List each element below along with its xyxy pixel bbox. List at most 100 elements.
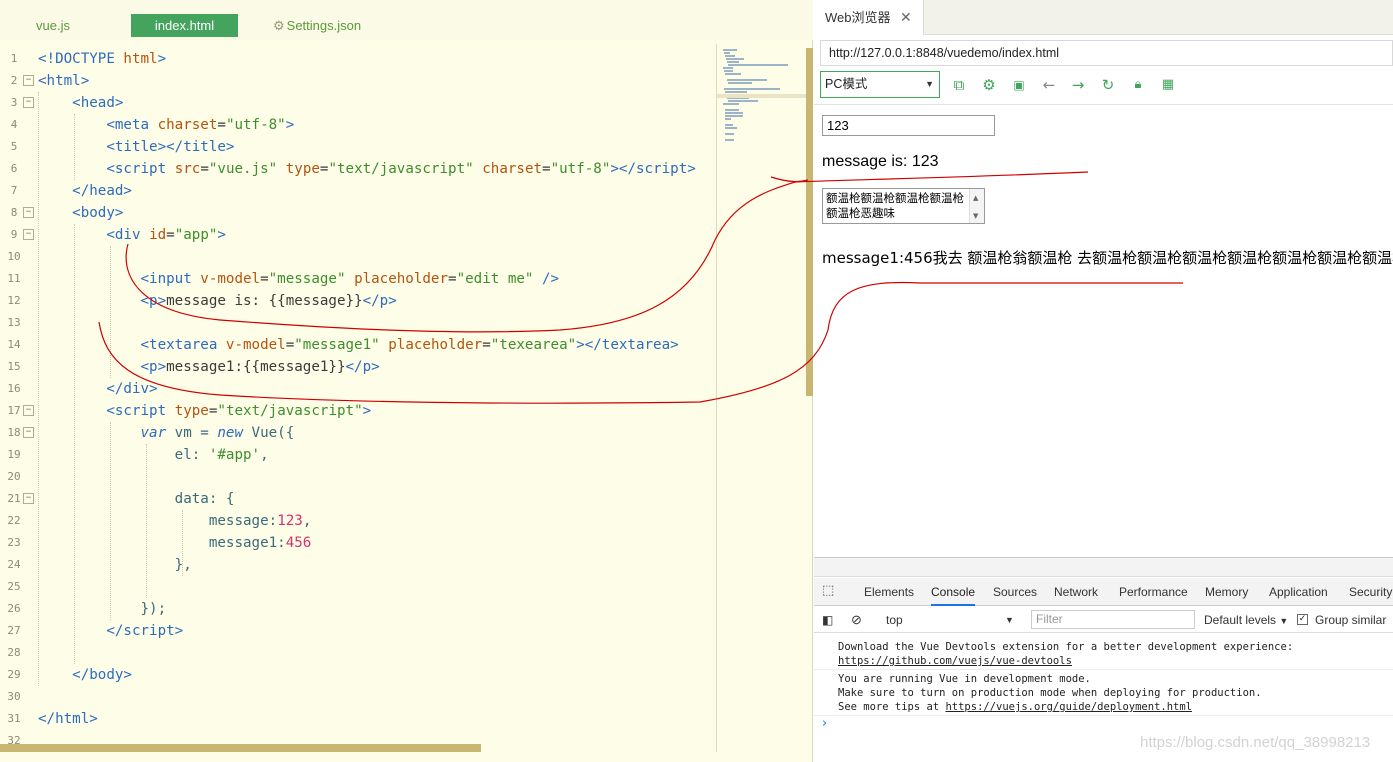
qr-code-icon[interactable]: ▦ <box>1157 74 1179 96</box>
line-number: 30 <box>7 690 21 703</box>
code-line[interactable]: var vm = new Vue({ <box>38 422 295 444</box>
message1-textarea[interactable]: 额温枪额温枪额温枪额温枪额温枪恶趣味 ▲ ▼ <box>822 188 985 224</box>
code-line[interactable]: <textarea v-model="message1" placeholder… <box>38 334 679 356</box>
horizontal-scrollbar[interactable] <box>0 744 481 752</box>
code-line[interactable]: </script> <box>38 620 183 642</box>
code-line[interactable]: </html> <box>38 708 98 730</box>
code-line[interactable]: <body> <box>38 202 123 224</box>
editor-tab-vue-js[interactable]: vue.js <box>36 14 70 37</box>
editor-tab-bar: vue.js index.html ⚙ Settings.json <box>0 0 813 40</box>
open-external-icon[interactable]: ⧉ <box>948 74 970 96</box>
settings-gear-icon[interactable]: ⚙ <box>978 74 1000 96</box>
sidebar-toggle-icon[interactable]: ◧ <box>822 611 833 629</box>
line-number: 22 <box>7 514 21 527</box>
console-toolbar: ◧ ⊘ top ▼ Filter Default levels ▼ ✓ Grou… <box>814 607 1393 633</box>
code-line[interactable]: </div> <box>38 378 157 400</box>
editor-tab-label: Settings.json <box>286 18 362 33</box>
vertical-scrollbar[interactable] <box>806 48 813 396</box>
console-text: You are running Vue in development mode. <box>838 673 1091 685</box>
code-line[interactable]: <html> <box>38 70 89 92</box>
fold-toggle-icon[interactable]: − <box>23 405 34 416</box>
line-number: 10 <box>7 250 21 263</box>
clear-console-icon[interactable]: ⊘ <box>851 611 862 629</box>
code-line[interactable]: el: '#app', <box>38 444 269 466</box>
lock-icon[interactable]: 🔒︎ <box>1127 74 1149 96</box>
code-editor[interactable]: vue.js index.html ⚙ Settings.json 1 2 3 4… <box>0 0 813 762</box>
editor-tab-settings-json[interactable]: ⚙ Settings.json <box>273 14 361 37</box>
devtools-tab-application[interactable]: Application <box>1269 578 1328 606</box>
minimap-viewport[interactable] <box>717 94 806 98</box>
line-number: 6 <box>10 162 18 175</box>
devtools-resize-handle[interactable] <box>814 558 1393 577</box>
devtools-tab-sources[interactable]: Sources <box>993 578 1037 606</box>
context-selector[interactable]: top <box>886 611 903 629</box>
code-line[interactable]: <input v-model="message" placeholder="ed… <box>38 268 560 290</box>
forward-arrow-icon[interactable]: → <box>1067 74 1089 96</box>
line-number: 31 <box>7 712 21 725</box>
line-number: 15 <box>7 360 21 373</box>
minimap-line <box>724 70 733 72</box>
browser-tab[interactable]: Web浏览器 ✕ <box>814 0 924 35</box>
console-link[interactable]: https://vuejs.org/guide/deployment.html <box>945 701 1192 713</box>
refresh-icon[interactable]: ↻ <box>1097 74 1119 96</box>
fold-toggle-icon[interactable]: − <box>23 493 34 504</box>
device-mode-select[interactable]: PC模式 ▼ <box>820 71 940 98</box>
console-prompt-icon[interactable]: › <box>822 716 827 731</box>
code-minimap[interactable] <box>716 44 806 752</box>
scroll-up-icon[interactable]: ▲ <box>973 191 978 206</box>
fold-toggle-icon[interactable]: − <box>23 97 34 108</box>
code-line[interactable]: <title></title> <box>38 136 234 158</box>
editor-tab-index-html[interactable]: index.html <box>131 14 238 37</box>
fold-toggle-icon[interactable]: − <box>23 427 34 438</box>
code-area[interactable]: 1 2 3 4 5 6 7 8 9 10 11 12 13 14 15 16 1… <box>0 48 716 744</box>
code-line[interactable]: </head> <box>38 180 132 202</box>
code-line[interactable]: <script src="vue.js" type="text/javascri… <box>38 158 695 180</box>
devtools-tab-bar: ⬚ Elements Console Sources Network Perfo… <box>814 578 1393 606</box>
chevron-down-icon: ▼ <box>925 79 934 89</box>
line-number: 7 <box>10 184 18 197</box>
code-line[interactable]: <div id="app"> <box>38 224 226 246</box>
web-browser-panel: Web浏览器 ✕ http://127.0.0.1:8848/vuedemo/i… <box>814 0 1393 762</box>
code-line[interactable]: <p>message is: {{message}}</p> <box>38 290 397 312</box>
message-input[interactable]: 123 <box>822 115 995 136</box>
minimap-line <box>725 133 734 135</box>
fold-toggle-icon[interactable]: − <box>23 229 34 240</box>
devtools-tab-security[interactable]: Security <box>1349 578 1392 606</box>
code-line[interactable]: <p>message1:{{message1}}</p> <box>38 356 380 378</box>
devtools-tab-console[interactable]: Console <box>931 578 976 606</box>
console-message: Download the Vue Devtools extension for … <box>838 640 1293 668</box>
close-icon[interactable]: ✕ <box>900 0 912 35</box>
console-icon[interactable]: ▣ <box>1008 74 1030 96</box>
textarea-scrollbar[interactable]: ▲ ▼ <box>969 189 984 223</box>
code-line[interactable]: <!DOCTYPE html> <box>38 48 166 70</box>
inspect-element-icon[interactable]: ⬚ <box>822 583 838 599</box>
url-bar[interactable]: http://127.0.0.1:8848/vuedemo/index.html <box>820 40 1393 66</box>
editor-tab-label: index.html <box>154 18 215 33</box>
textarea-content: 额温枪额温枪额温枪额温枪额温枪恶趣味 <box>826 191 964 220</box>
code-line[interactable]: }, <box>38 554 192 576</box>
fold-toggle-icon[interactable]: − <box>23 75 34 86</box>
fold-toggle-icon[interactable]: − <box>23 207 34 218</box>
code-line[interactable]: }); <box>38 598 167 620</box>
code-line[interactable]: <meta charset="utf-8"> <box>38 114 294 136</box>
devtools-tab-elements[interactable]: Elements <box>864 578 914 606</box>
log-levels-select[interactable]: Default levels ▼ <box>1204 611 1288 630</box>
console-filter-input[interactable]: Filter <box>1031 610 1195 629</box>
code-line[interactable]: data: { <box>38 488 235 510</box>
code-line[interactable]: </body> <box>38 664 132 686</box>
scroll-down-icon[interactable]: ▼ <box>973 209 978 223</box>
devtools-tab-network[interactable]: Network <box>1054 578 1098 606</box>
code-line[interactable]: <script type="text/javascript"> <box>38 400 371 422</box>
code-line[interactable]: message1:456 <box>38 532 312 554</box>
line-number: 12 <box>7 294 21 307</box>
chevron-down-icon[interactable]: ▼ <box>1005 611 1014 629</box>
group-similar-checkbox[interactable]: ✓ <box>1297 614 1308 625</box>
console-message: You are running Vue in development mode.… <box>838 672 1262 714</box>
back-arrow-icon[interactable]: ← <box>1038 74 1060 96</box>
code-line[interactable]: <head> <box>38 92 123 114</box>
devtools-tab-memory[interactable]: Memory <box>1205 578 1248 606</box>
devtools-tab-performance[interactable]: Performance <box>1119 578 1188 606</box>
code-line[interactable]: message:123, <box>38 510 312 532</box>
message-paragraph: message is: 123 <box>822 153 939 170</box>
console-link[interactable]: https://github.com/vuejs/vue-devtools <box>838 655 1072 667</box>
